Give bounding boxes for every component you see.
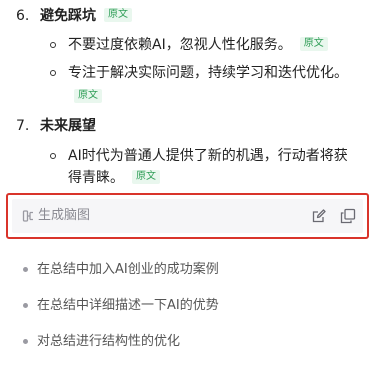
source-badge[interactable]: 原文 <box>132 170 160 184</box>
mindmap-bar-highlight: 生成脑图 <box>6 193 369 239</box>
sub-item: 专注于解决实际问题，持续学习和迭代优化。 <box>68 62 358 84</box>
mindmap-icon <box>22 210 33 222</box>
suggestion-item[interactable]: 在总结中加入AI创业的成功案例 <box>17 259 257 281</box>
sub-item: AI时代为普通人提供了新的机遇，行动者将获得青睐。 原文 <box>68 145 350 189</box>
sub-item-text: 专注于解决实际问题，持续学习和迭代优化。 <box>68 65 348 81</box>
bullet-icon <box>50 153 56 159</box>
source-badge[interactable]: 原文 <box>299 37 328 51</box>
list-title: 未来展望 <box>40 118 96 134</box>
suggestion-text: 在总结中详细描述一下AI的优势 <box>37 298 219 313</box>
dot-icon <box>23 303 28 308</box>
suggestion-item[interactable]: 在总结中详细描述一下AI的优势 <box>17 295 257 317</box>
edit-icon[interactable] <box>311 208 327 224</box>
suggestion-text: 在总结中加入AI创业的成功案例 <box>37 262 219 277</box>
bullet-icon <box>50 42 56 48</box>
source-badge[interactable]: 原文 <box>104 8 132 22</box>
copy-icon[interactable] <box>340 208 356 224</box>
list-number: 6. <box>16 8 30 24</box>
mindmap-label[interactable]: 生成脑图 <box>38 207 90 225</box>
sub-item-text: 不要过度依赖AI，忽视人性化服务。 <box>68 37 292 53</box>
suggestion-text: 对总结进行结构性的优化 <box>37 334 181 349</box>
list-title-text: 避免踩坑 <box>40 8 96 24</box>
sub-item: 不要过度依赖AI，忽视人性化服务。 原文 <box>68 34 358 56</box>
mindmap-bar[interactable]: 生成脑图 <box>12 199 363 233</box>
sub-item-text: AI时代为普通人提供了新的机遇，行动者将获得青睐。 <box>68 148 348 186</box>
bullet-icon <box>50 70 56 76</box>
source-badge[interactable]: 原文 <box>74 89 102 103</box>
dot-icon <box>23 267 28 272</box>
dot-icon <box>23 339 28 344</box>
list-title: 避免踩坑 原文 <box>40 6 132 26</box>
list-number: 7. <box>16 118 30 134</box>
suggestion-item[interactable]: 对总结进行结构性的优化 <box>17 331 217 353</box>
